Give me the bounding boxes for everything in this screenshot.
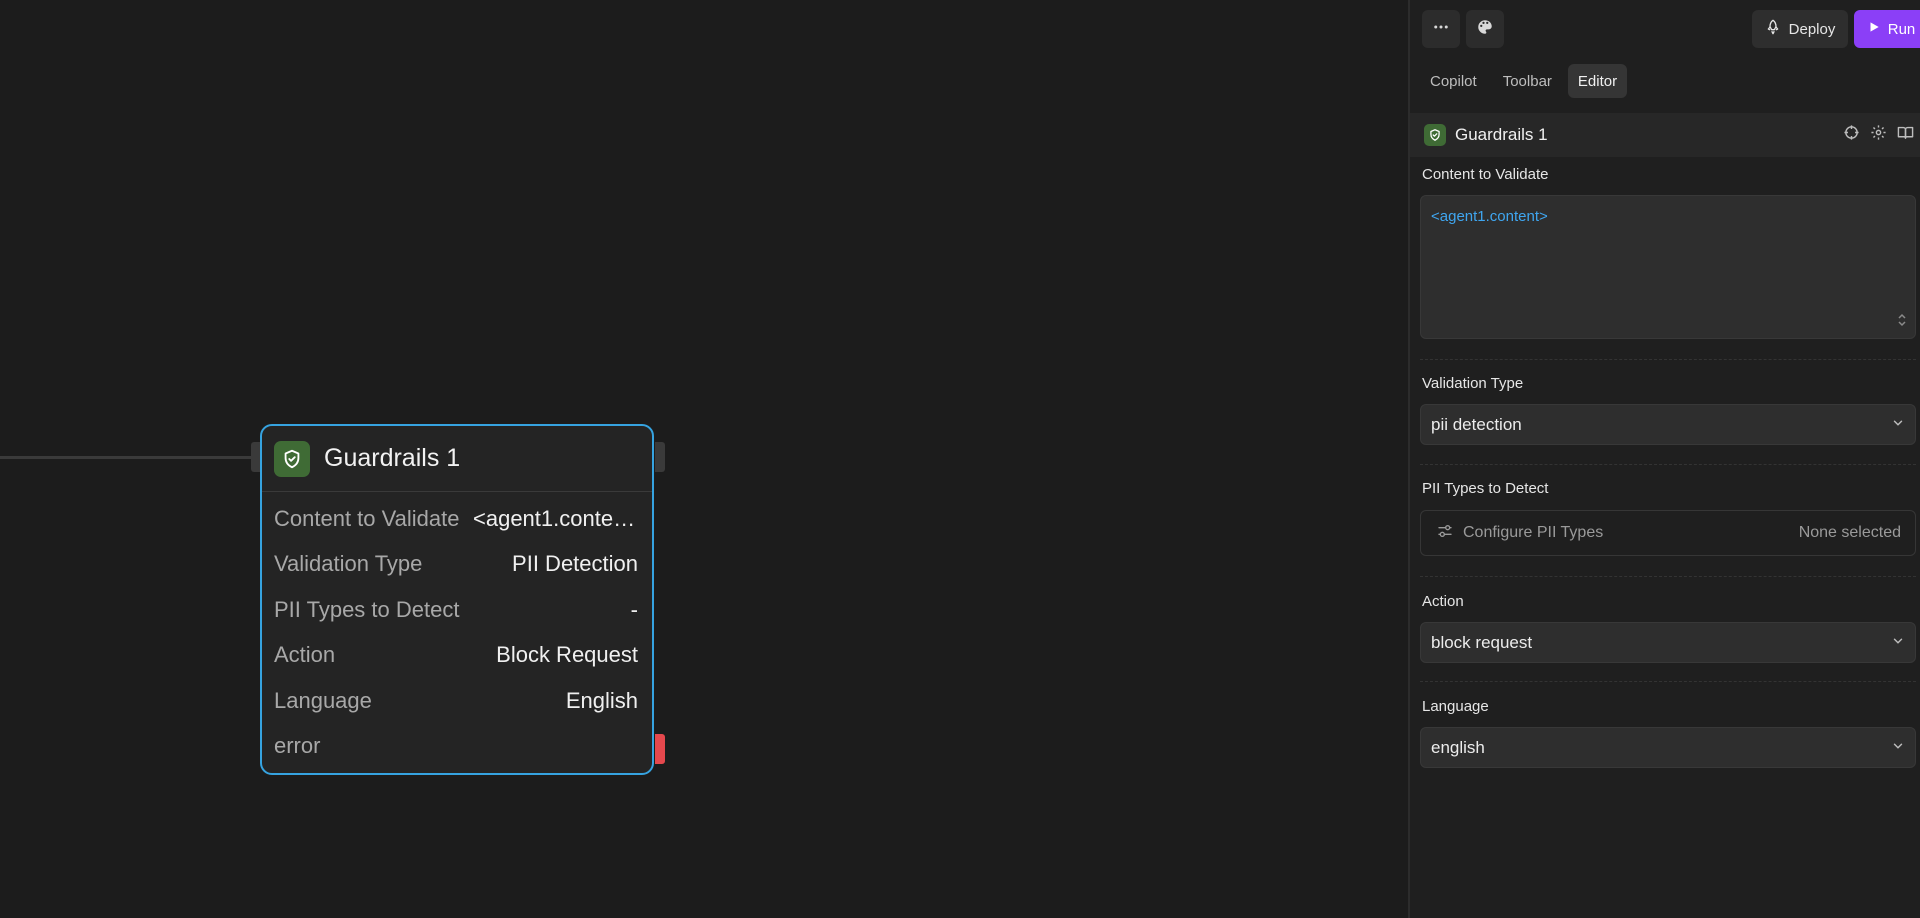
crosshair-icon[interactable] <box>1843 124 1860 146</box>
sliders-icon <box>1437 523 1453 544</box>
language-select[interactable]: english <box>1420 727 1916 768</box>
rocket-icon <box>1765 19 1781 39</box>
run-button[interactable]: Run <box>1854 10 1920 48</box>
more-options-button[interactable] <box>1422 10 1460 48</box>
row-label: Content to Validate <box>274 505 460 531</box>
row-label: Validation Type <box>274 551 423 577</box>
pii-types-label: PII Types to Detect <box>1422 480 1549 497</box>
divider <box>1420 681 1916 682</box>
theme-button[interactable] <box>1466 10 1504 48</box>
node-row-content: Content to Validate <agent1.content> <box>274 496 638 542</box>
content-tag: <agent1.content> <box>1431 208 1548 225</box>
content-label: Content to Validate <box>1422 166 1549 183</box>
tab-editor[interactable]: Editor <box>1567 64 1628 98</box>
block-title: Guardrails 1 <box>1455 125 1548 144</box>
connection-edge[interactable] <box>0 456 252 459</box>
run-label: Run <box>1887 20 1916 38</box>
block-header: Guardrails 1 <box>1410 113 1920 157</box>
divider <box>1420 576 1916 577</box>
row-value: <agent1.content> <box>473 505 638 531</box>
tab-toolbar[interactable]: Toolbar <box>1493 64 1562 98</box>
panel-topbar: Deploy Run <box>1422 10 1920 48</box>
deploy-label: Deploy <box>1788 20 1836 38</box>
action-label: Action <box>1422 593 1464 610</box>
book-open-icon[interactable] <box>1897 124 1914 146</box>
node-row-error: error <box>274 724 638 770</box>
panel-tabs: Copilot Toolbar Editor <box>1420 64 1628 98</box>
validation-type-select[interactable]: pii detection <box>1420 404 1916 445</box>
chevron-down-icon <box>1891 738 1905 758</box>
row-value: English <box>565 687 638 713</box>
guardrails-node[interactable]: Guardrails 1 Content to Validate <agent1… <box>260 424 654 775</box>
node-header: Guardrails 1 <box>262 426 652 492</box>
shield-check-icon <box>274 440 310 477</box>
row-value: - <box>630 596 638 622</box>
deploy-button[interactable]: Deploy <box>1752 10 1848 48</box>
row-value: Block Request <box>496 642 638 668</box>
action-select[interactable]: block request <box>1420 622 1916 663</box>
configure-pii-label: Configure PII Types <box>1463 524 1604 541</box>
configure-pii-button[interactable]: Configure PII Types None selected <box>1420 510 1916 556</box>
validation-type-label: Validation Type <box>1422 375 1524 392</box>
error-handle[interactable] <box>655 734 665 764</box>
node-row-validation-type: Validation Type PII Detection <box>274 542 638 588</box>
gear-icon[interactable] <box>1870 124 1887 146</box>
palette-icon <box>1476 18 1494 41</box>
row-value: PII Detection <box>512 551 638 577</box>
chevron-down-icon <box>1891 633 1905 653</box>
row-label: Language <box>274 687 372 713</box>
shield-check-icon <box>1424 124 1446 146</box>
more-horizontal-icon <box>1432 18 1450 41</box>
node-row-pii-types: PII Types to Detect - <box>274 587 638 633</box>
output-handle[interactable] <box>655 442 665 472</box>
node-row-language: Language English <box>274 678 638 724</box>
chevron-down-icon <box>1891 415 1905 435</box>
resize-icon[interactable] <box>1897 313 1907 332</box>
divider <box>1420 359 1916 360</box>
validation-type-value: pii detection <box>1431 414 1522 434</box>
workflow-canvas[interactable]: Guardrails 1 Content to Validate <agent1… <box>0 0 1408 918</box>
row-label: PII Types to Detect <box>274 596 460 622</box>
language-label: Language <box>1422 698 1489 715</box>
editor-panel: Deploy Run Copilot Toolbar Editor Guardr… <box>1408 0 1920 918</box>
row-label: error <box>274 733 321 759</box>
node-row-action: Action Block Request <box>274 633 638 679</box>
tab-copilot[interactable]: Copilot <box>1420 64 1487 98</box>
play-icon <box>1867 20 1881 38</box>
node-title: Guardrails 1 <box>324 444 461 472</box>
row-label: Action <box>274 642 336 668</box>
language-value: english <box>1431 737 1485 757</box>
divider <box>1420 464 1916 465</box>
content-textarea[interactable]: <agent1.content> <box>1420 195 1916 339</box>
action-value: block request <box>1431 632 1533 652</box>
pii-status: None selected <box>1798 524 1901 541</box>
